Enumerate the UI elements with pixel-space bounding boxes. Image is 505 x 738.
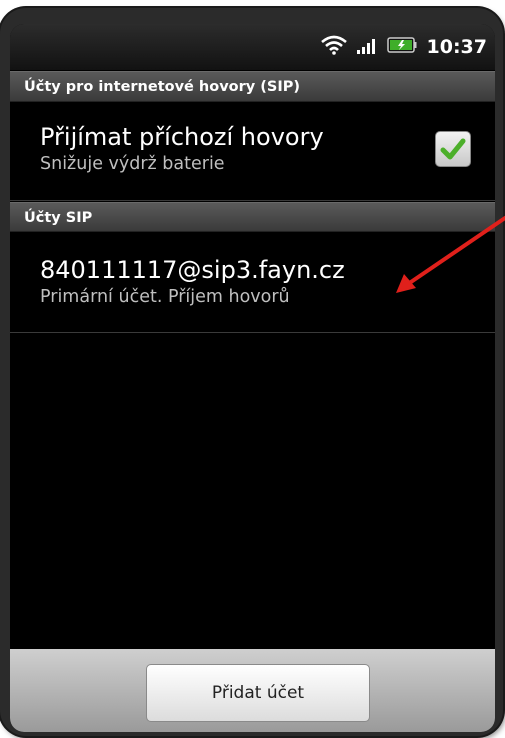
add-account-button[interactable]: Přidat účet <box>146 664 370 722</box>
phone-frame: 10:37 Účty pro internetové hovory (SIP) … <box>0 8 503 736</box>
sip-account-item[interactable]: 840111117@sip3.fayn.cz Primární účet. Př… <box>10 233 495 333</box>
checkmark-icon <box>440 138 466 160</box>
wifi-icon <box>320 35 347 59</box>
battery-icon <box>386 36 417 58</box>
sip-account-summary: Primární účet. Příjem hovorů <box>40 287 290 307</box>
incoming-calls-summary: Snižuje výdrž baterie <box>40 154 225 174</box>
incoming-calls-checkbox[interactable] <box>435 131 471 167</box>
bottom-bar: Přidat účet <box>10 649 495 732</box>
sip-accounts-header: Účty SIP <box>10 202 495 232</box>
status-bar: 10:37 <box>10 24 495 70</box>
sip-account-address: 840111117@sip3.fayn.cz <box>40 256 345 284</box>
phone-screen: 10:37 Účty pro internetové hovory (SIP) … <box>10 24 495 732</box>
status-clock: 10:37 <box>426 36 487 58</box>
page-title: Účty pro internetové hovory (SIP) <box>10 71 495 102</box>
signal-icon <box>356 36 379 58</box>
incoming-calls-title: Přijímat příchozí hovory <box>40 123 324 151</box>
incoming-calls-setting[interactable]: Přijímat příchozí hovory Snižuje výdrž b… <box>10 103 495 201</box>
